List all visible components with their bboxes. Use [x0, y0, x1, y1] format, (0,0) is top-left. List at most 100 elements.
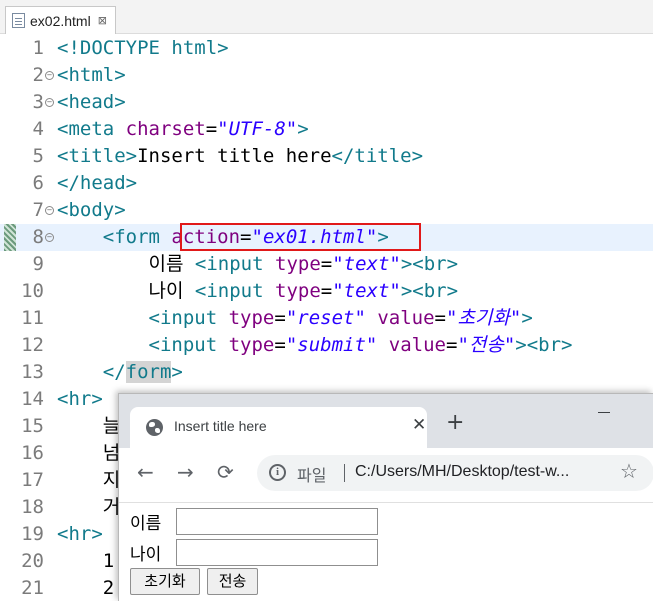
code-text: <input type="reset" value="초기화"> — [148, 307, 533, 329]
code-text: 거 — [57, 494, 120, 521]
minimize-button[interactable] — [598, 412, 610, 413]
reload-button[interactable]: ⟳ — [217, 460, 234, 484]
editor-tab-ex02[interactable]: ex02.html ⊠ — [5, 6, 116, 34]
url-text[interactable]: C:/Users/MH/Desktop/test-w... — [355, 463, 569, 481]
code-token: type — [228, 307, 275, 329]
line-number: 10 — [21, 280, 44, 302]
fold-toggle-icon[interactable]: − — [45, 71, 54, 80]
code-token: <!DOCTYPE html> — [57, 37, 229, 59]
code-text: <input type="submit" value="전송"><br> — [148, 334, 573, 356]
code-line: 4 <meta charset="UTF-8"> — [0, 116, 653, 143]
code-token: ><br> — [515, 334, 573, 356]
code-token: <input — [194, 253, 275, 275]
code-text: <!DOCTYPE html> — [57, 35, 229, 62]
line-number: 14 — [21, 388, 44, 410]
code-line: 3 − <head> — [0, 89, 653, 116]
code-text: <head> — [57, 89, 126, 116]
bookmark-star-icon[interactable]: ☆ — [620, 459, 638, 483]
code-token: "text" — [332, 280, 401, 302]
code-line: 13 </form> — [0, 359, 653, 386]
code-token: <input — [148, 307, 229, 329]
code-token: 이름 — [148, 253, 195, 275]
code-text: </head> — [57, 170, 137, 197]
info-icon[interactable]: i — [269, 464, 286, 481]
code-token: value — [377, 307, 435, 329]
line-number: 17 — [21, 469, 44, 491]
code-text: 1 — [57, 548, 114, 575]
code-token: "UTF-8" — [217, 118, 298, 140]
code-token: <head> — [57, 91, 126, 113]
line-number: 11 — [21, 307, 44, 329]
code-token: type — [275, 253, 321, 275]
browser-title-bar: Insert title here ✕ + — [119, 394, 653, 448]
code-token: value — [388, 334, 446, 356]
line-number: 15 — [21, 415, 44, 437]
back-button[interactable]: ← — [137, 460, 154, 484]
code-token: ><br> — [400, 253, 459, 275]
code-line: 5 <title>Insert title here</title> — [0, 143, 653, 170]
reset-button[interactable]: 초기화 — [130, 568, 200, 595]
code-token: </title> — [331, 145, 424, 167]
code-line: 2 − <html> — [0, 62, 653, 89]
address-bar[interactable]: i 파일 C:/Users/MH/Desktop/test-w... ☆ — [257, 455, 653, 491]
code-token: "text" — [332, 253, 401, 275]
code-text: 2 — [57, 575, 114, 601]
code-token: <input — [148, 334, 229, 356]
close-icon[interactable]: ⊠ — [98, 14, 107, 27]
browser-window: Insert title here ✕ + ← → ⟳ i 파일 C:/User… — [118, 393, 653, 601]
age-input[interactable] — [176, 539, 378, 566]
code-token: <hr> — [57, 523, 103, 545]
browser-tab[interactable]: Insert title here ✕ — [130, 407, 427, 448]
new-tab-button[interactable]: + — [446, 410, 464, 435]
line-number: 12 — [21, 334, 44, 356]
line-number: 5 — [32, 145, 44, 167]
line-number: 20 — [21, 550, 44, 572]
close-tab-icon[interactable]: ✕ — [412, 415, 426, 435]
line-number: 8 — [32, 226, 44, 248]
line-number: 19 — [21, 523, 44, 545]
code-text: </form> — [57, 359, 183, 386]
separator — [344, 464, 345, 482]
code-token: 1 — [102, 550, 115, 572]
code-token: > — [297, 118, 309, 140]
line-number: 9 — [32, 253, 44, 275]
code-text: <hr> — [57, 386, 103, 413]
code-line: 7 − <body> — [0, 197, 653, 224]
code-token: > — [521, 307, 533, 329]
code-line: 12 <input type="submit" value="전송"><br> — [0, 332, 653, 359]
code-token: <body> — [57, 199, 126, 221]
code-text: <body> — [57, 197, 126, 224]
fold-toggle-icon[interactable]: − — [45, 98, 54, 107]
code-token: "초기화" — [446, 307, 522, 329]
code-line: 10 나이 <input type="text"><br> — [0, 278, 653, 305]
code-token: 2 — [102, 577, 115, 599]
editor-tab-bar: ex02.html ⊠ — [0, 0, 653, 34]
fold-toggle-icon[interactable]: − — [45, 206, 54, 215]
code-token: <form — [102, 226, 172, 248]
name-label: 이름 — [130, 514, 162, 534]
code-token: > — [171, 361, 183, 383]
submit-button[interactable]: 전송 — [207, 568, 258, 595]
fold-toggle-icon[interactable]: − — [45, 233, 54, 242]
line-number: 18 — [21, 496, 44, 518]
line-number: 4 — [32, 118, 44, 140]
line-number: 7 — [32, 199, 44, 221]
browser-toolbar: ← → ⟳ i 파일 C:/Users/MH/Desktop/test-w...… — [119, 448, 653, 502]
html-file-icon — [12, 13, 25, 28]
name-input[interactable] — [176, 508, 378, 535]
code-token: </head> — [57, 172, 138, 194]
browser-tab-title: Insert title here — [174, 418, 267, 434]
highlight-annotation-box — [180, 223, 421, 251]
code-token: </ — [102, 361, 126, 383]
code-text: <hr> — [57, 521, 103, 548]
code-token: 나이 — [148, 280, 195, 302]
line-number: 1 — [32, 37, 44, 59]
code-line: 6 </head> — [0, 170, 653, 197]
code-text: 지 — [57, 467, 120, 494]
code-token: type — [275, 280, 321, 302]
code-token: <title> — [57, 145, 138, 167]
scheme-label: 파일 — [297, 466, 327, 485]
code-line: 9 이름 <input type="text"><br> — [0, 251, 653, 278]
code-token: <html> — [57, 64, 126, 86]
forward-button[interactable]: → — [177, 460, 194, 484]
